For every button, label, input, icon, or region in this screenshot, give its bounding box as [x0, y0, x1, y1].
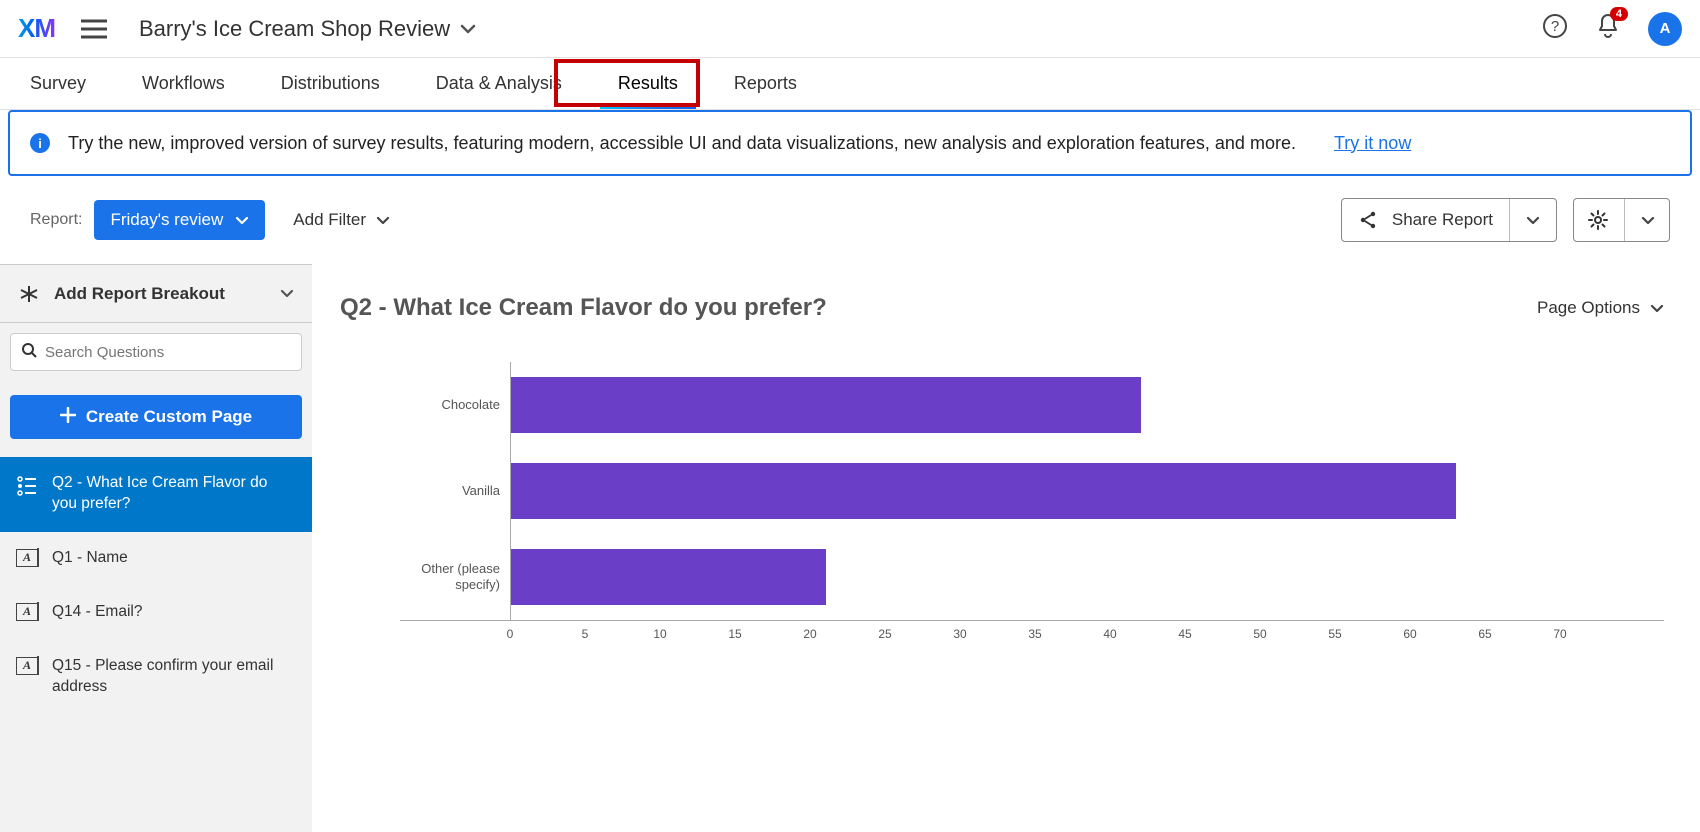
content-area: Q2 - What Ice Cream Flavor do you prefer…	[312, 264, 1700, 832]
axis-tick: 15	[728, 627, 741, 641]
sidebar-item-label: Q15 - Please confirm your email address	[52, 656, 296, 698]
axis-tick: 35	[1028, 627, 1041, 641]
sidebar-item-q1[interactable]: A Q1 - Name	[0, 532, 312, 586]
text-icon: A	[16, 549, 38, 567]
page-title: Q2 - What Ice Cream Flavor do you prefer…	[340, 294, 827, 322]
chevron-down-icon	[280, 289, 294, 298]
banner-try-link[interactable]: Try it now	[1334, 133, 1411, 154]
chart-category-label: Chocolate	[400, 397, 510, 413]
tab-distributions[interactable]: Distributions	[281, 58, 380, 109]
chart-bar	[511, 377, 1141, 433]
settings-button[interactable]	[1573, 198, 1670, 242]
plus-icon	[60, 407, 76, 428]
sidebar-item-label: Q2 - What Ice Cream Flavor do you prefer…	[52, 473, 296, 515]
chart-row: Vanilla	[400, 448, 1664, 534]
text-icon: A	[16, 603, 38, 621]
sidebar-item-q15[interactable]: A Q15 - Please confirm your email addres…	[0, 640, 312, 715]
help-icon[interactable]: ?	[1542, 13, 1568, 44]
chevron-down-icon	[235, 216, 249, 225]
search-questions-input[interactable]	[10, 333, 302, 371]
report-label: Report:	[30, 211, 82, 229]
create-custom-page-button[interactable]: Create Custom Page	[10, 395, 302, 439]
axis-tick: 30	[953, 627, 966, 641]
gear-icon	[1588, 210, 1608, 230]
page-options-dropdown[interactable]: Page Options	[1537, 298, 1664, 318]
sidebar: Add Report Breakout Create Custom Page Q…	[0, 264, 312, 832]
nav-tabs: Survey Workflows Distributions Data & An…	[0, 58, 1700, 110]
radio-list-icon	[16, 474, 38, 503]
chart: Chocolate Vanilla Other (please specify) 0…	[400, 362, 1664, 650]
xm-logo[interactable]: XM	[18, 13, 55, 44]
chart-category-label: Other (please specify)	[400, 561, 510, 592]
tab-results[interactable]: Results	[618, 58, 678, 109]
svg-text:?: ?	[1551, 18, 1559, 35]
top-bar: XM Barry's Ice Cream Shop Review ? 4 A	[0, 0, 1700, 58]
share-report-button[interactable]: Share Report	[1341, 198, 1557, 242]
banner-text: Try the new, improved version of survey …	[68, 133, 1296, 154]
hamburger-icon[interactable]	[81, 19, 107, 39]
sidebar-item-label: Q1 - Name	[52, 548, 128, 569]
tab-workflows[interactable]: Workflows	[142, 58, 225, 109]
search-field[interactable]	[45, 344, 291, 361]
axis-tick: 50	[1253, 627, 1266, 641]
sidebar-item-label: Q14 - Email?	[52, 602, 142, 623]
chart-row: Chocolate	[400, 362, 1664, 448]
axis-tick: 40	[1103, 627, 1116, 641]
notification-badge: 4	[1610, 7, 1628, 21]
info-banner: i Try the new, improved version of surve…	[8, 110, 1692, 176]
tab-survey[interactable]: Survey	[30, 58, 86, 109]
project-title: Barry's Ice Cream Shop Review	[139, 16, 450, 42]
breakout-icon	[18, 284, 40, 304]
info-icon: i	[30, 133, 50, 153]
chart-category-label: Vanilla	[400, 483, 510, 499]
axis-tick: 60	[1403, 627, 1416, 641]
axis-tick: 10	[653, 627, 666, 641]
add-filter-dropdown[interactable]: Add Filter	[293, 210, 390, 230]
axis-tick: 70	[1553, 627, 1566, 641]
notifications-icon[interactable]: 4	[1596, 13, 1620, 44]
chevron-down-icon	[1641, 216, 1655, 225]
project-title-dropdown[interactable]: Barry's Ice Cream Shop Review	[139, 16, 476, 42]
chevron-down-icon	[460, 24, 476, 34]
tab-data-analysis[interactable]: Data & Analysis	[436, 58, 562, 109]
axis-tick: 5	[582, 627, 589, 641]
report-toolbar: Report: Friday's review Add Filter Share…	[0, 176, 1700, 264]
chart-bar	[511, 549, 826, 605]
chart-bar	[511, 463, 1456, 519]
axis-tick: 20	[803, 627, 816, 641]
axis-tick: 55	[1328, 627, 1341, 641]
top-right: ? 4 A	[1542, 12, 1682, 46]
axis-tick: 65	[1478, 627, 1491, 641]
text-icon: A	[16, 657, 38, 675]
search-icon	[21, 342, 37, 363]
axis-tick: 45	[1178, 627, 1191, 641]
main-area: Add Report Breakout Create Custom Page Q…	[0, 264, 1700, 832]
avatar[interactable]: A	[1648, 12, 1682, 46]
tab-reports[interactable]: Reports	[734, 58, 797, 109]
chevron-down-icon	[1526, 216, 1540, 225]
chart-row: Other (please specify)	[400, 534, 1664, 620]
chevron-down-icon	[376, 216, 390, 225]
add-report-breakout[interactable]: Add Report Breakout	[0, 265, 312, 323]
sidebar-item-q2[interactable]: Q2 - What Ice Cream Flavor do you prefer…	[0, 457, 312, 532]
axis-tick: 25	[878, 627, 891, 641]
share-icon	[1358, 210, 1378, 230]
chevron-down-icon	[1650, 304, 1664, 313]
axis-tick: 0	[507, 627, 514, 641]
report-dropdown[interactable]: Friday's review	[94, 200, 265, 240]
sidebar-item-q14[interactable]: A Q14 - Email?	[0, 586, 312, 640]
